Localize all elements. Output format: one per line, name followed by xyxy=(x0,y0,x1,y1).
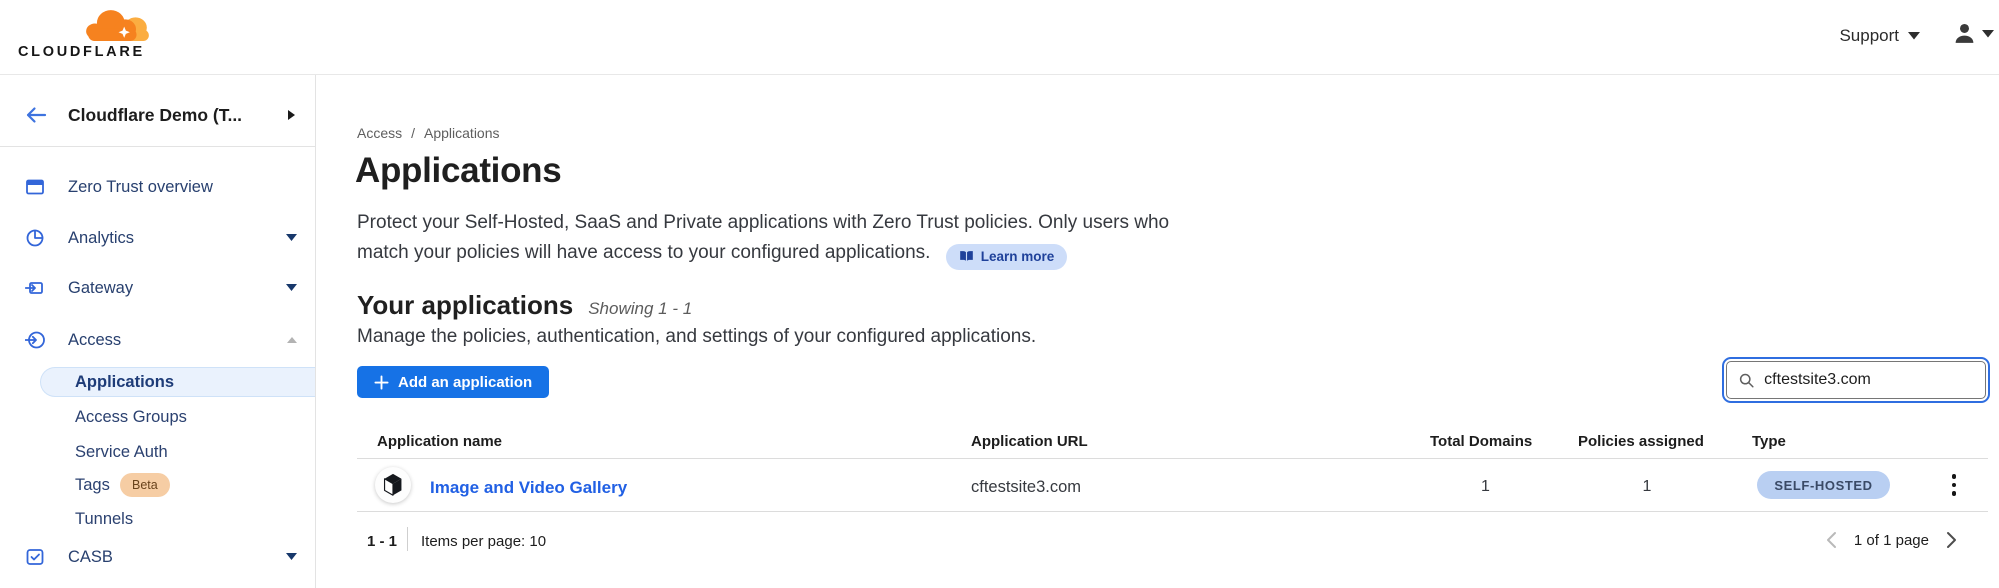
section-subtitle: Manage the policies, authentication, and… xyxy=(357,327,1036,347)
learn-more-button[interactable]: Learn more xyxy=(946,244,1068,270)
overview-icon xyxy=(25,177,45,197)
sidebar-item-applications[interactable]: Applications xyxy=(40,367,315,397)
sidebar-item-service-auth[interactable]: Service Auth xyxy=(0,436,315,468)
sidebar-item-label: Tags xyxy=(75,476,110,495)
sidebar-item-label: Gateway xyxy=(68,279,133,298)
application-name-link[interactable]: Image and Video Gallery xyxy=(430,478,627,498)
learn-more-label: Learn more xyxy=(981,242,1055,272)
sidebar-item-casb[interactable]: CASB xyxy=(0,540,315,574)
sidebar-item-tags[interactable]: Tags Beta xyxy=(0,469,315,501)
type-badge: SELF-HOSTED xyxy=(1757,471,1890,499)
description-line-1: Protect your Self-Hosted, SaaS and Priva… xyxy=(357,212,1169,233)
account-name[interactable]: Cloudflare Demo (T... xyxy=(68,105,242,126)
table-row-divider xyxy=(357,511,1988,512)
main-content: Access / Applications Applications Prote… xyxy=(317,75,1999,588)
application-logo xyxy=(375,467,411,503)
results-range: 1 - 1 xyxy=(367,533,397,550)
chevron-down-icon xyxy=(1908,32,1920,40)
items-per-page[interactable]: Items per page: 10 xyxy=(421,533,546,550)
gateway-icon xyxy=(25,278,45,298)
application-url-cell: cftestsite3.com xyxy=(971,478,1081,497)
sidebar-item-label: Analytics xyxy=(68,229,134,248)
section-title: Your applications xyxy=(357,290,573,321)
cube-icon xyxy=(382,473,404,497)
chevron-down-icon xyxy=(286,234,298,242)
column-header-policies-assigned: Policies assigned xyxy=(1578,433,1704,451)
breadcrumb: Access / Applications xyxy=(357,125,500,141)
description-line-2: match your policies will have access to … xyxy=(357,242,930,263)
sidebar-item-analytics[interactable]: Analytics xyxy=(0,221,315,255)
account-menu[interactable] xyxy=(1953,22,1994,45)
sidebar-item-label: Access Groups xyxy=(75,408,187,427)
zero-trust-dashboard: CLOUDFLARE Support Cloudflare Demo (T... xyxy=(0,0,1999,588)
user-icon xyxy=(1953,22,1976,45)
chevron-down-icon xyxy=(286,284,298,292)
sidebar-item-zero-trust-overview[interactable]: Zero Trust overview xyxy=(0,170,315,204)
chevron-left-icon[interactable] xyxy=(1826,531,1837,549)
analytics-icon xyxy=(25,228,45,248)
page-indicator: 1 of 1 page xyxy=(1854,532,1929,549)
search-input[interactable] xyxy=(1764,371,1973,389)
sidebar-account-header: Cloudflare Demo (T... xyxy=(0,89,315,141)
sidebar-item-access[interactable]: Access xyxy=(0,323,315,357)
column-header-application-name: Application name xyxy=(377,433,502,451)
cloudflare-cloud-icon xyxy=(84,6,151,42)
sidebar-item-gateway[interactable]: Gateway xyxy=(0,271,315,305)
back-arrow-icon[interactable] xyxy=(25,104,47,126)
chevron-up-icon xyxy=(287,337,297,343)
chevron-right-icon[interactable] xyxy=(1946,531,1957,549)
column-header-application-url: Application URL xyxy=(971,433,1088,451)
page-description: Protect your Self-Hosted, SaaS and Priva… xyxy=(357,208,1169,270)
page-title: Applications xyxy=(355,151,561,191)
book-icon xyxy=(959,250,974,263)
cloudflare-logo-text: CLOUDFLARE xyxy=(18,44,145,60)
sidebar-item-label: Tunnels xyxy=(75,510,133,529)
access-icon xyxy=(25,330,45,350)
top-bar: CLOUDFLARE Support xyxy=(0,0,1999,75)
pagination: 1 of 1 page xyxy=(1826,527,1957,553)
total-domains-cell: 1 xyxy=(1430,478,1541,496)
beta-badge: Beta xyxy=(120,473,170,497)
add-application-label: Add an application xyxy=(398,374,532,391)
search-icon xyxy=(1739,372,1754,389)
sidebar-item-label: Service Auth xyxy=(75,443,168,462)
search-box xyxy=(1726,361,1986,399)
sidebar-divider xyxy=(0,146,315,147)
sidebar-item-label: Applications xyxy=(75,373,174,392)
showing-count: Showing 1 - 1 xyxy=(588,299,692,319)
sidebar-item-label: Zero Trust overview xyxy=(68,178,213,197)
sidebar-item-label: Access xyxy=(68,331,121,350)
add-application-button[interactable]: Add an application xyxy=(357,366,549,398)
casb-icon xyxy=(25,547,45,567)
column-header-type: Type xyxy=(1752,433,1786,451)
chevron-right-icon[interactable] xyxy=(288,110,295,120)
footer-divider xyxy=(407,527,408,551)
policies-assigned-cell: 1 xyxy=(1578,478,1716,496)
support-menu[interactable]: Support xyxy=(1839,26,1920,46)
column-header-total-domains: Total Domains xyxy=(1430,433,1532,451)
chevron-down-icon xyxy=(1982,30,1994,38)
chevron-down-icon xyxy=(286,553,298,561)
breadcrumb-separator: / xyxy=(411,125,415,141)
breadcrumb-access[interactable]: Access xyxy=(357,125,402,141)
table-header-divider xyxy=(357,458,1988,459)
sidebar-item-access-groups[interactable]: Access Groups xyxy=(0,401,315,433)
row-actions-menu[interactable] xyxy=(1941,471,1967,499)
sidebar-item-tunnels[interactable]: Tunnels xyxy=(0,503,315,535)
plus-icon xyxy=(374,375,389,390)
cloudflare-logo[interactable]: CLOUDFLARE xyxy=(18,6,152,61)
section-header: Your applications Showing 1 - 1 xyxy=(357,290,692,322)
sidebar-item-label: CASB xyxy=(68,548,113,567)
breadcrumb-applications: Applications xyxy=(424,125,500,141)
sidebar: Cloudflare Demo (T... Zero Trust overvie… xyxy=(0,75,316,588)
support-label: Support xyxy=(1839,26,1899,46)
